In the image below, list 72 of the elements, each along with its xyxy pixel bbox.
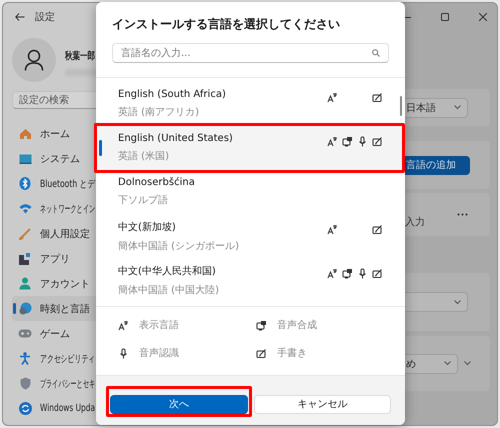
nav-label: ゲーム <box>40 328 70 340</box>
nav-item[interactable]: プライバシーとセキ <box>12 371 152 396</box>
more-icon[interactable] <box>457 213 468 216</box>
pen-icon <box>372 136 383 147</box>
nav-label: 時刻と言語 <box>40 302 90 316</box>
chevron-icon <box>444 361 451 366</box>
pen-icon <box>372 268 383 279</box>
nav-label: ホーム <box>40 128 70 140</box>
selection-indicator <box>99 140 102 156</box>
translate-icon <box>327 268 338 279</box>
language-item[interactable]: 中文(新加坡) 簡体中国語 (シンガポール) <box>96 214 405 258</box>
legend-label: 表示言語 <box>139 318 179 332</box>
input-label: 入力 <box>404 216 425 229</box>
back-icon[interactable] <box>15 13 25 21</box>
translate-icon <box>327 224 338 235</box>
language-search-field[interactable]: 言語名の入力... <box>112 43 389 63</box>
translate-icon <box>327 136 338 147</box>
nav-label: システム <box>40 152 80 166</box>
sync-icon <box>18 402 32 415</box>
language-native-name: 簡体中国語 (中国大陸) <box>118 284 220 296</box>
expand-icon <box>464 361 471 366</box>
search-icon <box>372 49 380 57</box>
maximize-icon[interactable] <box>441 13 449 21</box>
translate-icon <box>327 92 338 103</box>
shield-icon <box>20 377 30 390</box>
language-native-name: 下ソルブ語 <box>118 194 169 207</box>
microphone-icon <box>357 136 368 147</box>
close-icon[interactable] <box>479 13 487 21</box>
language-native-name: 英語 (米国) <box>118 150 170 163</box>
microphone-icon <box>118 348 129 358</box>
legend-label: 音声認識 <box>139 346 179 360</box>
scrollbar-thumb[interactable] <box>400 96 402 116</box>
nav-label: Bluetooth とデ <box>40 178 96 190</box>
chevron-icon <box>454 300 461 304</box>
nav-label: アプリ <box>40 252 70 266</box>
microphone-icon <box>357 268 368 279</box>
chevron-icon <box>454 105 461 110</box>
pen-icon <box>372 224 383 235</box>
wifi-icon <box>18 203 32 214</box>
speech-bubble-icon <box>342 136 353 147</box>
nav-label: アカウント <box>40 278 90 290</box>
avatar <box>12 38 56 82</box>
language-name: 中文(新加坡) <box>118 220 177 234</box>
cancel-button[interactable]: キャンセル <box>254 394 391 414</box>
apps-icon <box>19 252 31 264</box>
translate-icon <box>118 320 129 330</box>
bluetooth-icon <box>19 177 31 190</box>
gamepad-icon <box>18 329 32 338</box>
pen-icon <box>372 92 383 103</box>
nav-label: Windows Upda <box>40 403 96 414</box>
language-native-name: 簡体中国語 (シンガポール) <box>118 240 240 252</box>
language-name: Dolnoserbšćina <box>118 177 196 188</box>
monitor-icon <box>18 154 32 164</box>
nav-label: 個人用設定 <box>40 228 90 240</box>
dialog-title: インストールする言語を選択してください <box>112 16 341 33</box>
nav-label: プライバシーとセキ <box>40 378 95 390</box>
brush-icon <box>19 228 31 240</box>
accessibility-icon <box>19 352 31 365</box>
language-name: English (United States) <box>118 133 234 144</box>
legend-label: 手書き <box>277 346 307 360</box>
user-name: 秋葉一郎 <box>65 49 95 63</box>
nav-label: ネットワークとイン <box>40 202 95 216</box>
speech-bubble-icon <box>342 268 353 279</box>
next-button[interactable]: 次へ <box>110 394 248 414</box>
person-icon <box>19 277 31 290</box>
window-title: 設定 <box>35 10 55 24</box>
language-name: 中文(中华人民共和国) <box>118 264 217 278</box>
home-icon <box>18 128 32 140</box>
pen-icon <box>256 348 267 358</box>
legend-label: 音声合成 <box>277 318 317 332</box>
nav-label: アクセシビリティ <box>40 352 96 366</box>
speech-bubble-icon <box>256 320 267 330</box>
